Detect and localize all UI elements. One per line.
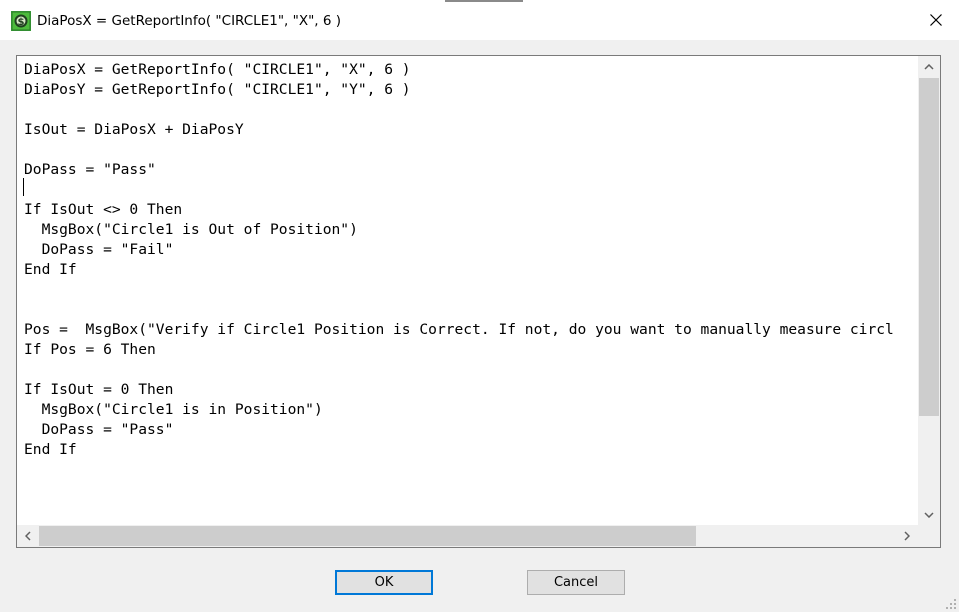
vertical-scroll-thumb[interactable] — [919, 78, 939, 416]
close-icon — [930, 14, 942, 26]
code-line: IsOut = DiaPosX + DiaPosY — [24, 121, 244, 138]
ok-button[interactable]: OK — [335, 570, 433, 595]
horizontal-scrollbar[interactable] — [17, 525, 918, 547]
code-line: If IsOut <> 0 Then — [24, 201, 183, 218]
script-code[interactable]: DiaPosX = GetReportInfo( "CIRCLE1", "X",… — [24, 60, 917, 460]
code-line: MsgBox("Circle1 is Out of Position") — [24, 221, 358, 238]
code-line: DiaPosY = GetReportInfo( "CIRCLE1", "Y",… — [24, 81, 411, 98]
code-line: DoPass = "Pass" — [24, 421, 174, 438]
scrollbar-corner — [918, 525, 940, 547]
background-window-edge — [445, 0, 523, 2]
title-bar[interactable]: $ DiaPosX = GetReportInfo( "CIRCLE1", "X… — [0, 0, 959, 40]
scroll-up-button[interactable] — [918, 56, 940, 78]
chevron-up-icon — [924, 64, 934, 70]
cancel-button[interactable]: Cancel — [527, 570, 625, 595]
chevron-down-icon — [924, 512, 934, 518]
code-line: Pos = MsgBox("Verify if Circle1 Position… — [24, 321, 894, 338]
dialog-window: $ DiaPosX = GetReportInfo( "CIRCLE1", "X… — [0, 0, 959, 612]
script-editor[interactable]: DiaPosX = GetReportInfo( "CIRCLE1", "X",… — [16, 55, 941, 548]
resize-grip-icon[interactable] — [945, 598, 957, 610]
scroll-down-button[interactable] — [918, 504, 940, 526]
window-title: DiaPosX = GetReportInfo( "CIRCLE1", "X",… — [37, 13, 342, 29]
chevron-right-icon — [904, 531, 910, 541]
svg-text:$: $ — [18, 17, 25, 28]
code-line: End If — [24, 261, 77, 278]
script-app-icon: $ — [11, 11, 31, 31]
horizontal-scroll-thumb[interactable] — [39, 526, 696, 546]
code-line: If Pos = 6 Then — [24, 341, 156, 358]
text-caret — [23, 178, 24, 196]
code-line: MsgBox("Circle1 is in Position") — [24, 401, 323, 418]
code-line: If IsOut = 0 Then — [24, 381, 174, 398]
vertical-scrollbar[interactable] — [918, 56, 940, 526]
code-line: End If — [24, 441, 77, 458]
code-line: DoPass = "Pass" — [24, 161, 156, 178]
code-line: DoPass = "Fail" — [24, 241, 174, 258]
scroll-left-button[interactable] — [17, 525, 39, 547]
close-button[interactable] — [913, 0, 959, 40]
scroll-right-button[interactable] — [896, 525, 918, 547]
code-line: DiaPosX = GetReportInfo( "CIRCLE1", "X",… — [24, 61, 411, 78]
chevron-left-icon — [25, 531, 31, 541]
